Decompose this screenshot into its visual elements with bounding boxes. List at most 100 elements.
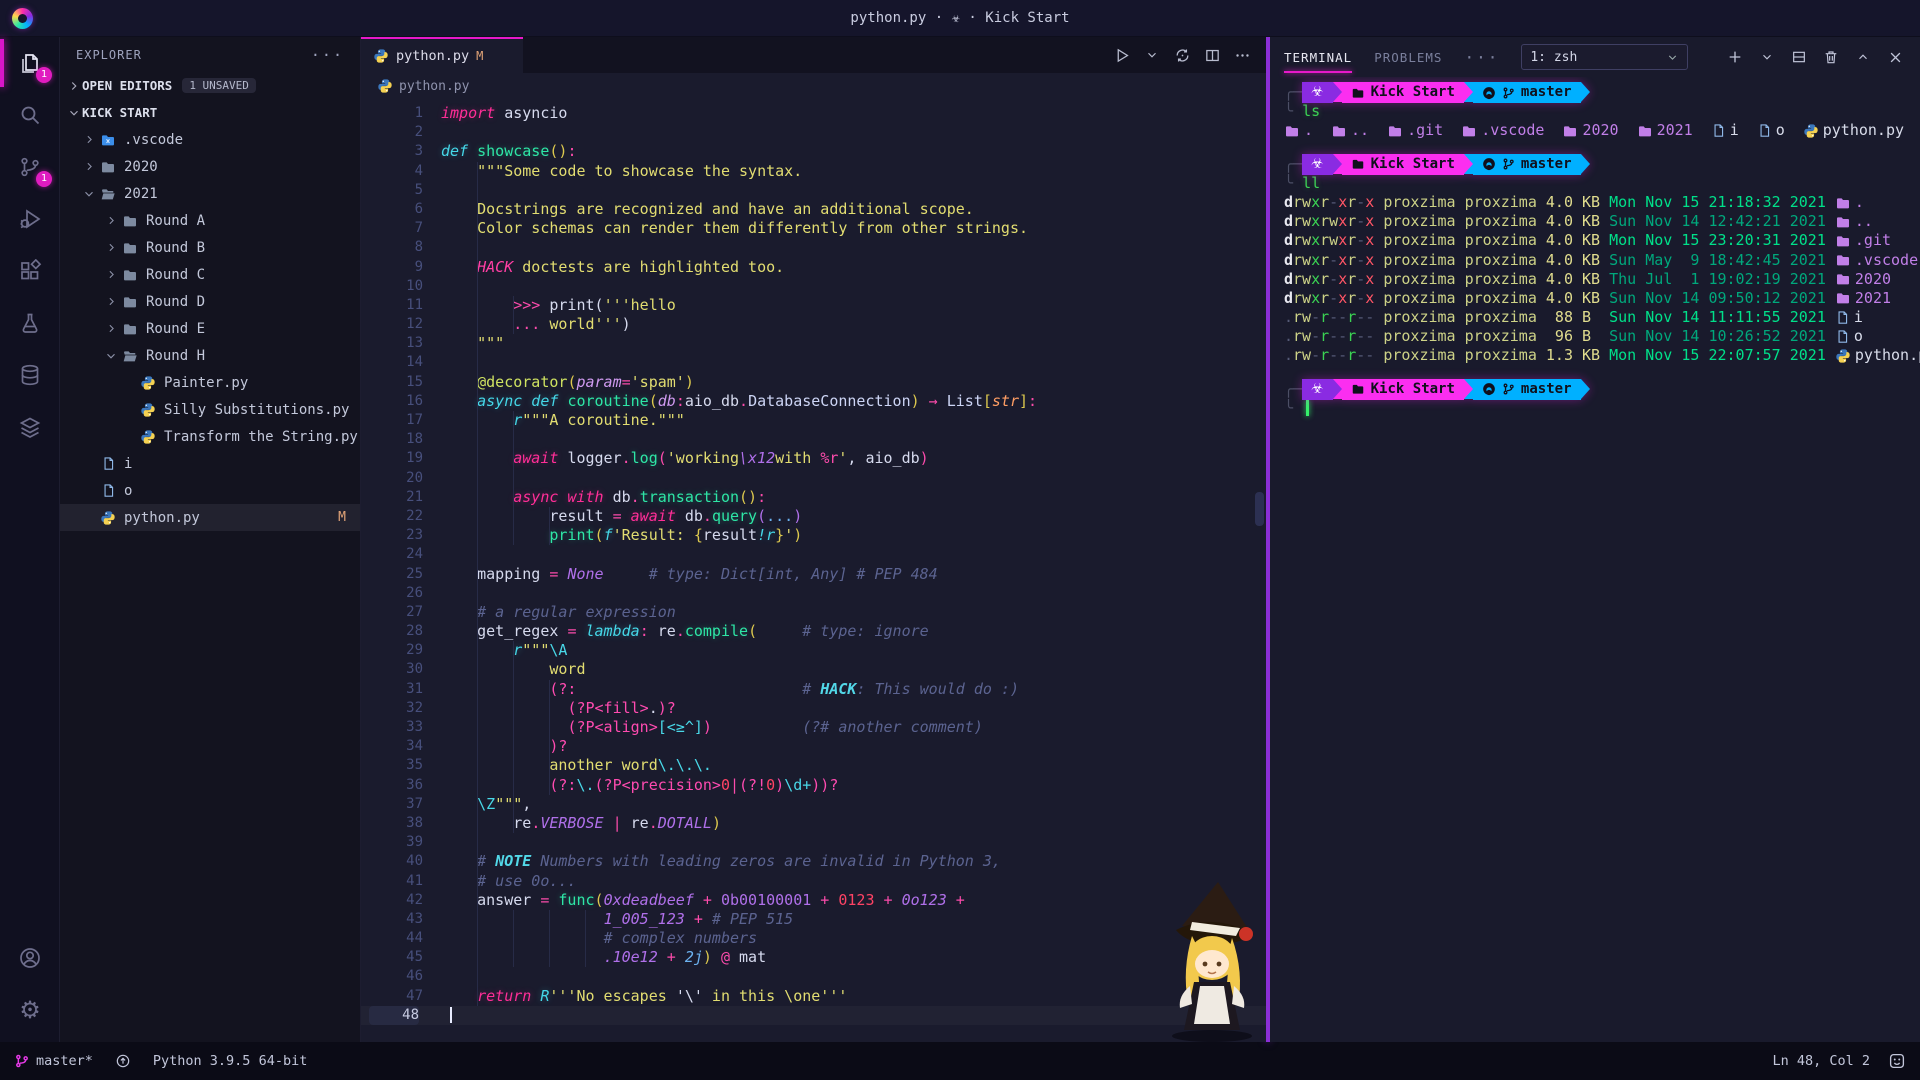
- code-line[interactable]: 29 r"""\A: [361, 641, 1266, 660]
- code-line[interactable]: 39: [361, 833, 1266, 852]
- code-line[interactable]: 2: [361, 123, 1266, 142]
- code-line[interactable]: 6 Docstrings are recognized and have an …: [361, 200, 1266, 219]
- tab-problems[interactable]: PROBLEMS: [1374, 46, 1442, 69]
- activity-item-testing[interactable]: [0, 297, 60, 349]
- code-line[interactable]: 20: [361, 469, 1266, 488]
- activity-item-search[interactable]: [0, 89, 60, 141]
- code-line[interactable]: 22 result = await db.query(...): [361, 507, 1266, 526]
- terminal-command-line[interactable]: ╰ ll: [1284, 174, 1920, 193]
- code-line[interactable]: 1import asyncio: [361, 104, 1266, 123]
- panel-more-tabs-button[interactable]: ···: [1464, 48, 1499, 67]
- code-line[interactable]: 14: [361, 353, 1266, 372]
- terminal-dropdown-button[interactable]: [1756, 46, 1778, 68]
- open-editors-section[interactable]: OPEN EDITORS 1 UNSAVED: [60, 72, 360, 99]
- code-line[interactable]: 12 ... world'''): [361, 315, 1266, 334]
- code-line[interactable]: 18: [361, 430, 1266, 449]
- explorer-more-actions-button[interactable]: ···: [311, 46, 344, 64]
- terminal-command-line[interactable]: ╰ ls: [1284, 102, 1920, 121]
- code-line[interactable]: 42 answer = func(0xdeadbeef + 0b00100001…: [361, 891, 1266, 910]
- tree-item-painter-py[interactable]: Painter.py: [60, 369, 360, 396]
- code-line[interactable]: 17 r"""A coroutine.""": [361, 411, 1266, 430]
- tree-item--vscode[interactable]: .vscode: [60, 126, 360, 153]
- new-terminal-button[interactable]: [1724, 46, 1746, 68]
- code-line[interactable]: 26: [361, 584, 1266, 603]
- activity-item-database[interactable]: [0, 349, 60, 401]
- run-alt-button[interactable]: [1170, 43, 1194, 67]
- code-line[interactable]: 46: [361, 967, 1266, 986]
- code-line[interactable]: 44 # complex numbers: [361, 929, 1266, 948]
- code-line[interactable]: 31 (?: # HACK: This would do :): [361, 680, 1266, 699]
- code-line[interactable]: 43 1_005_123 + # PEP 515: [361, 910, 1266, 929]
- cursor-position-status[interactable]: Ln 48, Col 2: [1772, 1053, 1870, 1069]
- code-line[interactable]: 4 """Some code to showcase the syntax.: [361, 162, 1266, 181]
- code-line[interactable]: 47 return R'''No escapes '\' in this \on…: [361, 987, 1266, 1006]
- code-line[interactable]: 40 # NOTE Numbers with leading zeros are…: [361, 852, 1266, 871]
- tree-item-round-a[interactable]: Round A: [60, 207, 360, 234]
- tree-item-round-d[interactable]: Round D: [60, 288, 360, 315]
- more-actions-button[interactable]: [1230, 43, 1254, 67]
- tree-item-2020[interactable]: 2020: [60, 153, 360, 180]
- code-line[interactable]: 23 print(f'Result: {result!r}'): [361, 526, 1266, 545]
- maximize-panel-button[interactable]: [1852, 46, 1874, 68]
- tab-python-py[interactable]: python.py M: [361, 37, 523, 73]
- code-line[interactable]: 32 (?P<fill>.)?: [361, 699, 1266, 718]
- code-line[interactable]: 48: [361, 1006, 1266, 1025]
- code-line[interactable]: 5: [361, 181, 1266, 200]
- python-version-status[interactable]: Python 3.9.5 64-bit: [153, 1053, 307, 1069]
- git-branch-status[interactable]: master*: [14, 1053, 93, 1069]
- editor-scrollbar[interactable]: [1255, 492, 1264, 526]
- feedback-status[interactable]: [1888, 1052, 1906, 1070]
- code-line[interactable]: 3def showcase():: [361, 142, 1266, 161]
- tree-item-round-c[interactable]: Round C: [60, 261, 360, 288]
- code-line[interactable]: 21 async with db.transaction():: [361, 488, 1266, 507]
- tree-item-2021[interactable]: 2021: [60, 180, 360, 207]
- activity-item-explorer[interactable]: 1: [0, 37, 60, 89]
- workspace-section[interactable]: KICK START: [60, 99, 360, 126]
- close-panel-button[interactable]: [1884, 46, 1906, 68]
- tree-item-round-e[interactable]: Round E: [60, 315, 360, 342]
- shell-selector[interactable]: 1: zsh: [1521, 44, 1688, 70]
- code-line[interactable]: 28 get_regex = lambda: re.compile( # typ…: [361, 622, 1266, 641]
- code-area[interactable]: 1import asyncio23def showcase():4 """Som…: [361, 99, 1266, 1042]
- tree-item-python-py[interactable]: python.pyM: [60, 504, 360, 531]
- code-line[interactable]: 9 HACK doctests are highlighted too.: [361, 258, 1266, 277]
- breadcrumb[interactable]: python.py: [361, 73, 1266, 99]
- sync-status[interactable]: [115, 1053, 131, 1069]
- split-terminal-button[interactable]: [1788, 46, 1810, 68]
- tree-item-round-h[interactable]: Round H: [60, 342, 360, 369]
- tree-item-o[interactable]: o: [60, 477, 360, 504]
- code-line[interactable]: 13 """: [361, 334, 1266, 353]
- tab-terminal[interactable]: TERMINAL: [1284, 46, 1352, 69]
- split-editor-button[interactable]: [1200, 43, 1224, 67]
- tree-item-silly-substitutions-py[interactable]: Silly Substitutions.py: [60, 396, 360, 423]
- code-line[interactable]: 8: [361, 238, 1266, 257]
- kill-terminal-button[interactable]: [1820, 46, 1842, 68]
- code-line[interactable]: 19 await logger.log('working\x12with %r'…: [361, 449, 1266, 468]
- code-line[interactable]: 36 (?:\.(?P<precision>0|(?!0)\d+))?: [361, 776, 1266, 795]
- activity-item-run-debug[interactable]: [0, 193, 60, 245]
- activity-item-extensions[interactable]: [0, 245, 60, 297]
- code-line[interactable]: 37 \Z""",: [361, 795, 1266, 814]
- run-dropdown-button[interactable]: [1140, 43, 1164, 67]
- activity-item-layers[interactable]: [0, 401, 60, 453]
- code-line[interactable]: 34 )?: [361, 737, 1266, 756]
- terminal-content[interactable]: ╭─☣Kick Startmaster╰ ls....git.vscode202…: [1270, 77, 1920, 1042]
- code-line[interactable]: 16 async def coroutine(db:aio_db.Databas…: [361, 392, 1266, 411]
- terminal-command-line[interactable]: ╰: [1284, 399, 1920, 418]
- activity-item-source-control[interactable]: 1: [0, 141, 60, 193]
- code-line[interactable]: 10: [361, 277, 1266, 296]
- code-line[interactable]: 45 .10e12 + 2j) @ mat: [361, 948, 1266, 967]
- tree-item-i[interactable]: i: [60, 450, 360, 477]
- tree-item-round-b[interactable]: Round B: [60, 234, 360, 261]
- code-line[interactable]: 7 Color schemas can render them differen…: [361, 219, 1266, 238]
- tree-item-transform-the-string-py[interactable]: Transform the String.py: [60, 423, 360, 450]
- activity-item-account[interactable]: [0, 932, 60, 984]
- code-line[interactable]: 30 word: [361, 660, 1266, 679]
- activity-item-settings[interactable]: ⚙: [0, 984, 60, 1036]
- code-line[interactable]: 38 re.VERBOSE | re.DOTALL): [361, 814, 1266, 833]
- code-line[interactable]: 15 @decorator(param='spam'): [361, 373, 1266, 392]
- code-line[interactable]: 24: [361, 545, 1266, 564]
- code-line[interactable]: 27 # a regular expression: [361, 603, 1266, 622]
- run-button[interactable]: [1110, 43, 1134, 67]
- code-line[interactable]: 35 another word\.\.\.: [361, 756, 1266, 775]
